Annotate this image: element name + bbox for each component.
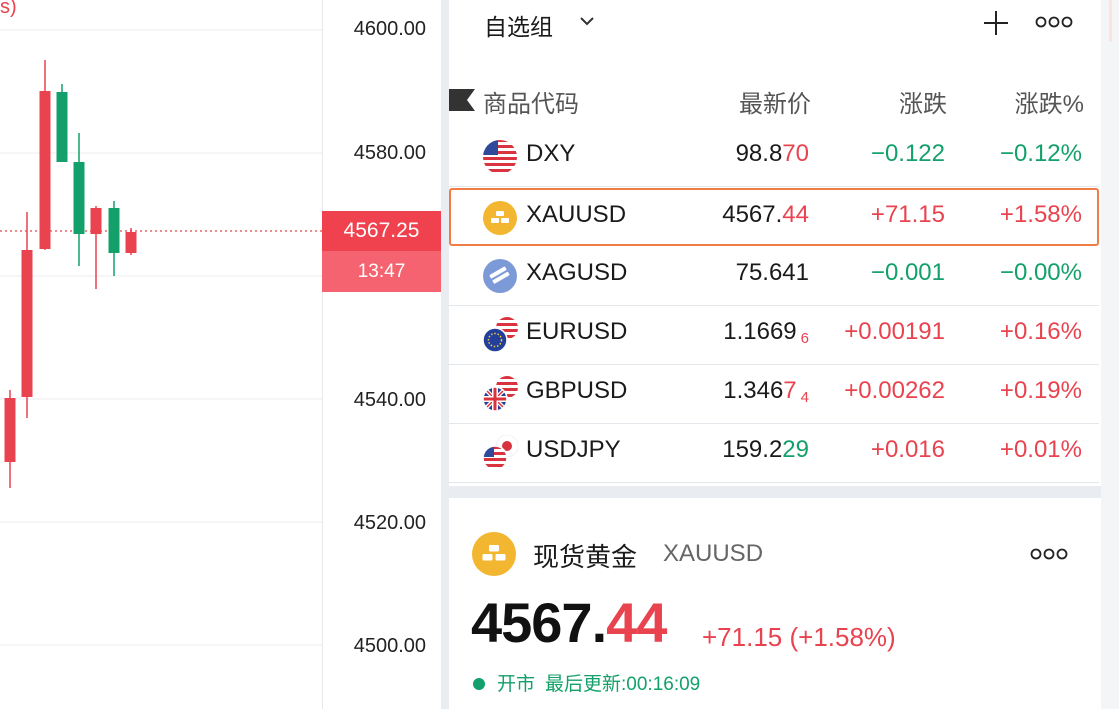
pane-divider[interactable] xyxy=(441,0,449,709)
row-last-price: 75.641 xyxy=(735,259,809,286)
row-last-price: 1.3467 4 xyxy=(723,377,809,406)
row-change-pct: +0.01% xyxy=(999,436,1082,463)
watchlist-row-xauusd[interactable]: XAUUSD 4567.44 +71.15 +1.58% xyxy=(449,188,1099,246)
price-axis: 4600.00 4580.00 4540.00 4520.00 4500.00 xyxy=(322,0,442,709)
row-change-pct: −0.00% xyxy=(999,259,1082,286)
instrument-code: XAUUSD xyxy=(663,540,764,567)
row-change-pct: +0.19% xyxy=(999,377,1082,404)
col-change[interactable]: 涨跌 xyxy=(899,84,947,119)
more-icon[interactable] xyxy=(1034,14,1074,30)
candle-countdown: 13:47 xyxy=(322,251,441,292)
chevron-down-icon[interactable] xyxy=(577,11,597,31)
candle-body xyxy=(73,162,85,234)
row-change: +0.00191 xyxy=(844,318,945,345)
col-last-price[interactable]: 最新价 xyxy=(739,84,811,119)
axis-tick-label: 4500.00 xyxy=(353,635,426,657)
current-price-label: 4567.25 xyxy=(343,219,420,242)
chart-canvas xyxy=(0,29,322,646)
col-symbol[interactable]: 商品代码 xyxy=(483,84,579,119)
watchlist-row-gbpusd[interactable]: GBPUSD 1.3467 4 +0.00262 +0.19% xyxy=(449,364,1099,424)
row-symbol: USDJPY xyxy=(526,436,621,463)
quote-change: +71.15 (+1.58%) xyxy=(702,622,896,652)
axis-tick-label: 4520.00 xyxy=(353,512,426,534)
row-change: +71.15 xyxy=(870,201,945,228)
axis-tick-label: 4580.00 xyxy=(353,142,426,164)
row-change-pct: −0.12% xyxy=(999,140,1082,167)
gold-icon xyxy=(483,201,517,235)
row-symbol: XAGUSD xyxy=(526,259,628,286)
axis-tick-label: 4540.00 xyxy=(353,389,426,411)
row-change: −0.122 xyxy=(870,140,945,167)
watchlist-row-dxy[interactable]: DXY 98.870 −0.122 −0.12% xyxy=(449,127,1099,187)
add-icon[interactable] xyxy=(981,8,1011,38)
section-separator xyxy=(449,486,1101,498)
instrument-name: 现货黄金 xyxy=(533,542,638,572)
us-flag-icon xyxy=(483,140,517,174)
row-last-price: 1.1669 6 xyxy=(723,318,809,347)
watchlist-panel: 自选组 商品代码 最新价 涨跌 涨跌% DXY 98.870 −0.122 −0… xyxy=(449,0,1101,492)
watchlist-row-usdjpy[interactable]: USDJPY 159.229 +0.016 +0.01% xyxy=(449,423,1099,483)
candle-body xyxy=(39,91,51,249)
candlestick-chart[interactable]: s) xyxy=(0,0,322,709)
candle-body xyxy=(125,232,137,253)
candle-body xyxy=(4,398,16,462)
row-change: +0.016 xyxy=(870,436,945,463)
row-change-pct: +1.58% xyxy=(999,201,1082,228)
row-symbol: EURUSD xyxy=(526,318,628,345)
chart-corner-label: s) xyxy=(0,0,17,18)
row-last-price: 159.229 xyxy=(722,436,809,463)
row-change: +0.00262 xyxy=(844,377,945,404)
row-change-pct: +0.16% xyxy=(999,318,1082,345)
silver-icon xyxy=(483,259,517,293)
col-change-pct[interactable]: 涨跌% xyxy=(1015,84,1084,119)
usd-jpy-flag-icon xyxy=(482,435,518,471)
row-change: −0.001 xyxy=(870,259,945,286)
market-status: 开市 最后更新:00:16:09 xyxy=(473,669,700,696)
eur-usd-flag-icon xyxy=(482,317,518,353)
current-price-tag: 4567.25 13:47 xyxy=(322,211,441,292)
candle-body xyxy=(108,208,120,253)
watchlist-group-selector[interactable]: 自选组 xyxy=(484,8,553,42)
row-last-price: 98.870 xyxy=(735,140,809,167)
quote-card: 现货黄金 XAUUSD 4567.44 +71.15 (+1.58%) 开市 最后… xyxy=(449,498,1101,709)
last-updated: 最后更新:00:16:09 xyxy=(545,674,701,695)
flag-icon xyxy=(449,89,475,111)
axis-tick-label: 4600.00 xyxy=(353,18,426,40)
status-dot-icon xyxy=(473,678,485,690)
watchlist-header: 自选组 xyxy=(449,0,1101,48)
row-symbol: DXY xyxy=(526,140,576,167)
edge-indicator xyxy=(1109,0,1112,42)
row-symbol: XAUUSD xyxy=(526,201,627,228)
watchlist-column-header: 商品代码 最新价 涨跌 涨跌% xyxy=(449,78,1101,120)
quote-price: 4567.44 xyxy=(471,591,667,654)
watchlist-row-xagusd[interactable]: XAGUSD 75.641 −0.001 −0.00% xyxy=(449,246,1099,306)
more-icon[interactable] xyxy=(1029,546,1069,562)
candle-body xyxy=(56,92,68,162)
candle-body xyxy=(21,250,33,397)
candle-body xyxy=(90,208,102,234)
row-last-price: 4567.44 xyxy=(722,201,809,228)
gbp-usd-flag-icon xyxy=(482,376,518,412)
right-edge-panel xyxy=(1101,0,1119,709)
row-symbol: GBPUSD xyxy=(526,377,628,404)
watchlist-row-eurusd[interactable]: EURUSD 1.1669 6 +0.00191 +0.16% xyxy=(449,305,1099,365)
gold-icon xyxy=(472,532,516,576)
